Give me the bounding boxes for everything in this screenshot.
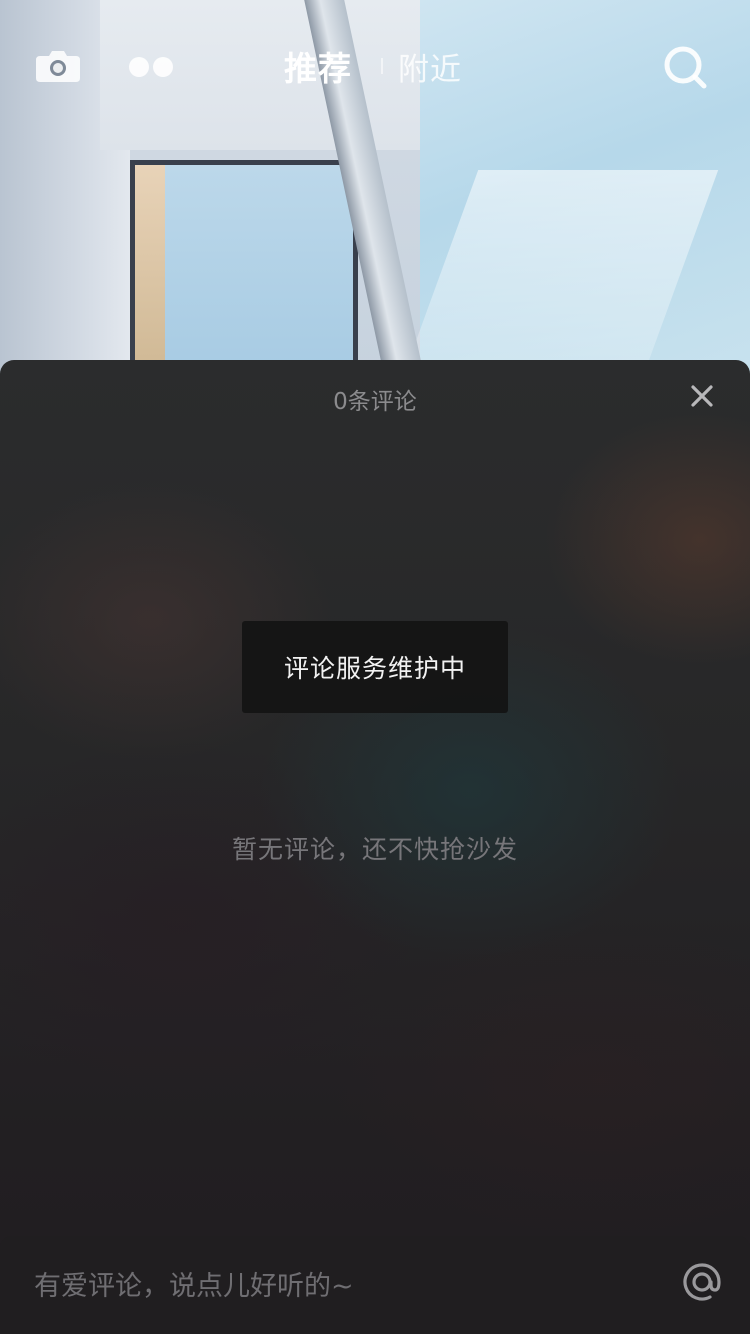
camera-icon[interactable] — [36, 50, 80, 82]
tab-separator — [381, 58, 383, 74]
maintenance-toast: 评论服务维护中 — [242, 621, 508, 713]
video-window-left — [130, 160, 358, 380]
tab-recommend[interactable]: 推荐 — [284, 42, 352, 90]
video-curtain — [135, 165, 165, 375]
dots-icon[interactable] — [128, 55, 174, 79]
empty-comments-message: 暂无评论，还不快抢沙发 — [231, 835, 518, 864]
video-haze — [401, 170, 719, 380]
app-screen: 推荐 附近 0条评论 评论服务维护中 暂无评论，还不快抢沙发 — [0, 0, 750, 1334]
top-nav: 推荐 附近 — [0, 30, 750, 106]
comment-count: 0条评论 — [333, 389, 417, 415]
tab-nearby[interactable]: 附近 — [398, 44, 462, 89]
at-icon[interactable] — [682, 1262, 722, 1302]
search-icon[interactable] — [662, 44, 708, 90]
comment-input[interactable] — [34, 1264, 634, 1308]
comment-input-bar — [0, 1236, 750, 1334]
close-icon[interactable] — [688, 382, 716, 410]
comment-sheet: 0条评论 评论服务维护中 暂无评论，还不快抢沙发 — [0, 360, 750, 1334]
